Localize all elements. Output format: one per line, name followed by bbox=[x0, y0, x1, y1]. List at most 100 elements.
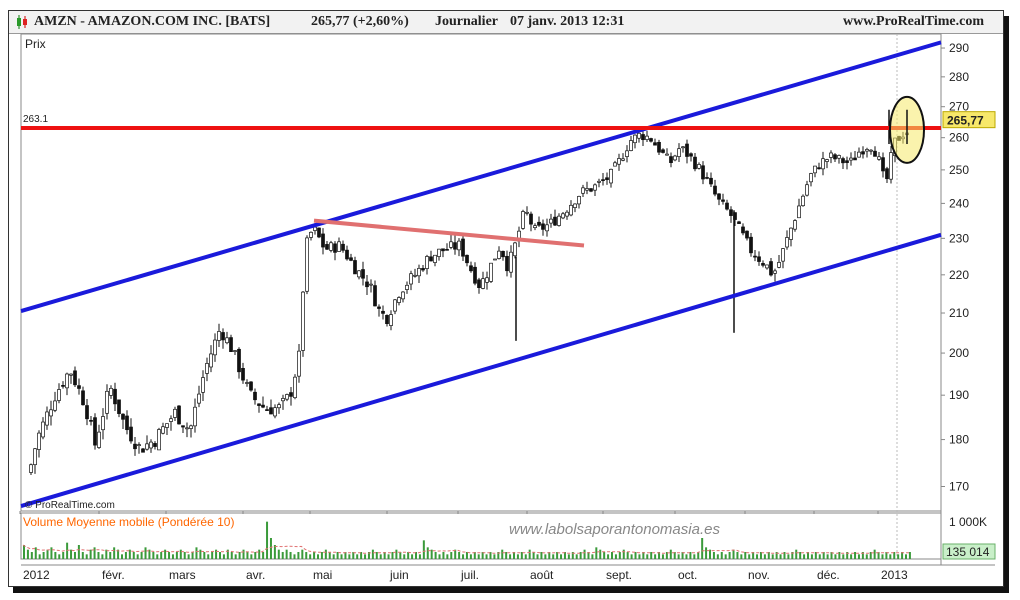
volume-bar bbox=[152, 552, 155, 559]
volume-bar bbox=[736, 552, 739, 559]
candle-body bbox=[329, 242, 333, 251]
candle-body bbox=[421, 268, 425, 271]
volume-bar bbox=[536, 554, 539, 559]
candle-body bbox=[669, 156, 673, 163]
candle-body bbox=[193, 406, 197, 427]
candle-body bbox=[137, 444, 141, 446]
candle-body bbox=[629, 140, 633, 151]
volume-bar bbox=[313, 552, 316, 559]
candle-body bbox=[221, 332, 225, 341]
volume-bar bbox=[881, 554, 884, 559]
y-tick-label: 230 bbox=[949, 231, 969, 245]
volume-bar bbox=[614, 554, 617, 559]
candle-body bbox=[529, 213, 533, 225]
y-tick-label: 280 bbox=[949, 70, 969, 84]
candle-body bbox=[501, 250, 505, 258]
candle-body bbox=[317, 227, 321, 238]
candle-body bbox=[489, 262, 493, 282]
volume-bar bbox=[364, 554, 367, 559]
candle-body bbox=[737, 221, 741, 224]
volume-bar bbox=[873, 549, 876, 559]
candle-body bbox=[633, 134, 637, 144]
candle-body bbox=[665, 153, 669, 156]
candle-body bbox=[81, 390, 85, 406]
candle-body bbox=[725, 202, 729, 210]
candle-body bbox=[557, 215, 561, 226]
y-tick-label: 240 bbox=[949, 196, 969, 210]
volume-bar bbox=[97, 552, 100, 559]
candle-body bbox=[401, 291, 405, 300]
volume-bar bbox=[595, 547, 598, 559]
volume-bar bbox=[458, 552, 461, 559]
volume-bar bbox=[720, 552, 723, 559]
candle-body bbox=[113, 388, 117, 405]
candle-body bbox=[793, 220, 797, 230]
candle-body bbox=[197, 393, 201, 404]
volume-bar bbox=[544, 554, 547, 559]
volume-bar bbox=[763, 554, 766, 559]
candle-body bbox=[413, 274, 417, 277]
volume-bar bbox=[630, 554, 633, 559]
candle-body bbox=[321, 233, 325, 248]
candle-body bbox=[389, 314, 393, 326]
candle-body bbox=[269, 407, 273, 415]
candle-body bbox=[357, 270, 361, 278]
x-tick-label: oct. bbox=[678, 568, 697, 582]
candle-body bbox=[469, 265, 473, 272]
volume-bar bbox=[724, 554, 727, 559]
x-tick-label: juin bbox=[389, 568, 409, 582]
candle-body bbox=[89, 419, 93, 422]
candle-body bbox=[817, 167, 821, 170]
volume-bar bbox=[269, 538, 272, 559]
candle-body bbox=[589, 188, 593, 192]
volume-bar bbox=[258, 549, 261, 559]
volume-bar bbox=[850, 554, 853, 559]
candle-body bbox=[825, 159, 829, 162]
chart-canvas: 1701801902002102202302402502602702802902… bbox=[19, 33, 996, 582]
candle-body bbox=[249, 381, 253, 391]
volume-bar bbox=[85, 554, 88, 559]
candle-body bbox=[241, 368, 245, 381]
volume-bar bbox=[124, 552, 127, 559]
volume-bar bbox=[340, 554, 343, 559]
candle-body bbox=[857, 151, 861, 158]
volume-bar bbox=[281, 552, 284, 559]
volume-bar bbox=[246, 552, 249, 559]
candle-body bbox=[785, 237, 789, 248]
volume-bar bbox=[285, 549, 288, 559]
volume-bar bbox=[446, 554, 449, 559]
volume-bar bbox=[387, 554, 390, 559]
candle-body bbox=[305, 237, 309, 292]
candle-body bbox=[109, 387, 113, 396]
candle-body bbox=[493, 258, 497, 261]
candle-body bbox=[709, 177, 713, 185]
candle-body bbox=[689, 153, 693, 157]
volume-bar bbox=[73, 552, 76, 559]
candle-body bbox=[217, 331, 221, 341]
prix-label: Prix bbox=[25, 37, 46, 51]
candle-body bbox=[553, 216, 557, 226]
candle-body bbox=[189, 425, 193, 429]
candle-body bbox=[229, 337, 233, 352]
volume-bar bbox=[669, 549, 672, 559]
volume-bar bbox=[301, 549, 304, 559]
volume-tick-label: 1 000K bbox=[949, 515, 987, 529]
candle-body bbox=[213, 339, 217, 356]
candle-body bbox=[245, 382, 249, 384]
volume-bar bbox=[211, 552, 214, 559]
y-tick-label: 180 bbox=[949, 433, 969, 447]
candle-body bbox=[29, 464, 33, 473]
candle-body bbox=[525, 211, 529, 214]
volume-bar bbox=[203, 552, 206, 559]
volume-bar bbox=[693, 554, 696, 559]
volume-bar bbox=[434, 552, 437, 559]
volume-bar bbox=[328, 552, 331, 559]
volume-bar bbox=[524, 554, 527, 559]
volume-bar bbox=[171, 554, 174, 559]
volume-bar bbox=[607, 554, 610, 559]
candle-body bbox=[405, 284, 409, 290]
volume-bar bbox=[552, 554, 555, 559]
candle-body bbox=[45, 411, 49, 426]
candle-body bbox=[433, 254, 437, 263]
candle-body bbox=[85, 405, 89, 420]
